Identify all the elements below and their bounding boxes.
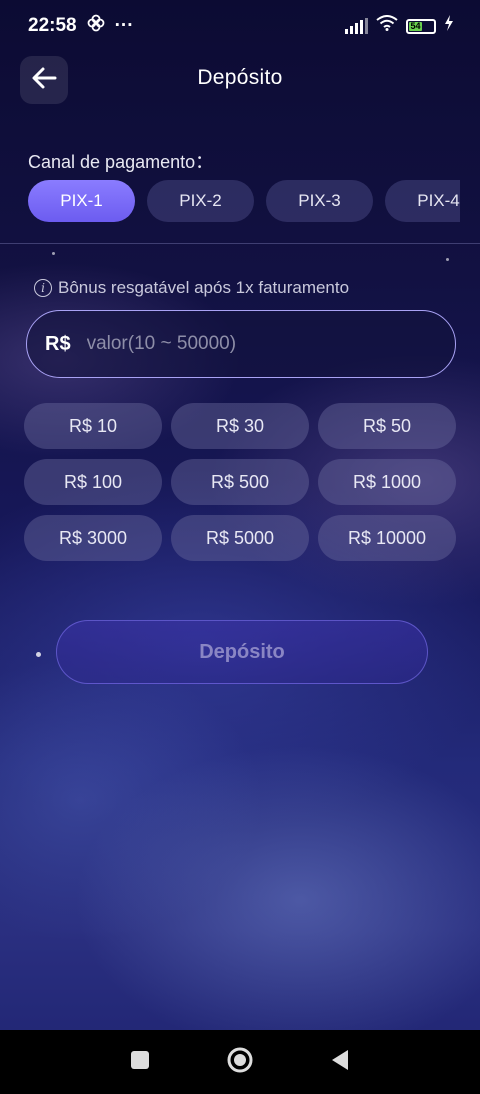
recents-button[interactable]	[120, 1042, 160, 1082]
system-nav-bar	[0, 1030, 480, 1094]
divider	[0, 243, 480, 244]
amount-field[interactable]: R$	[26, 310, 456, 378]
triangle-back-icon	[330, 1049, 350, 1076]
star-decoration	[446, 258, 449, 261]
bonus-note-text: Bônus resgatável após 1x faturamento	[58, 278, 350, 297]
star-decoration	[52, 252, 55, 255]
preset-amount-1000[interactable]: R$ 1000	[318, 459, 456, 505]
charging-icon	[444, 15, 454, 37]
back-button[interactable]	[20, 56, 68, 104]
tab-pix-1[interactable]: PIX-1	[28, 180, 135, 222]
pinwheel-icon	[87, 14, 105, 38]
preset-amount-10000[interactable]: R$ 10000	[318, 515, 456, 561]
deposit-button[interactable]: Depósito	[56, 620, 428, 684]
battery-icon: 54	[406, 18, 436, 34]
preset-amount-10[interactable]: R$ 10	[24, 403, 162, 449]
tab-pix-2[interactable]: PIX-2	[147, 180, 254, 222]
page-title: Depósito	[197, 66, 283, 89]
status-left: 22:58 ···	[28, 14, 134, 38]
battery-level: 54	[409, 21, 422, 31]
header: Depósito	[0, 52, 480, 104]
status-bar: 22:58 ··· 54	[0, 0, 480, 52]
clock: 22:58	[28, 15, 77, 36]
preset-amount-100[interactable]: R$ 100	[24, 459, 162, 505]
preset-amounts: R$ 10 R$ 30 R$ 50 R$ 100 R$ 500 R$ 1000 …	[24, 403, 456, 561]
home-button[interactable]	[220, 1042, 260, 1082]
wifi-icon	[376, 15, 398, 37]
bonus-note: i Bônus resgatável após 1x faturamento	[34, 278, 349, 298]
square-icon	[130, 1050, 150, 1075]
preset-amount-50[interactable]: R$ 50	[318, 403, 456, 449]
signal-icon	[345, 18, 368, 34]
currency-prefix: R$	[45, 332, 71, 355]
back-nav-button[interactable]	[320, 1042, 360, 1082]
star-decoration	[36, 652, 41, 657]
amount-input[interactable]	[86, 333, 407, 355]
channel-tabs: PIX-1 PIX-2 PIX-3 PIX-4	[28, 180, 460, 222]
tab-pix-4[interactable]: PIX-4	[385, 180, 460, 222]
preset-amount-500[interactable]: R$ 500	[171, 459, 309, 505]
status-right: 54	[345, 15, 454, 37]
preset-amount-5000[interactable]: R$ 5000	[171, 515, 309, 561]
info-icon: i	[34, 279, 52, 297]
preset-amount-30[interactable]: R$ 30	[171, 403, 309, 449]
channel-label: Canal de pagamento：	[28, 152, 214, 172]
more-notifications-icon: ···	[114, 15, 134, 36]
preset-amount-3000[interactable]: R$ 3000	[24, 515, 162, 561]
arrow-left-icon	[31, 66, 57, 95]
home-circle-icon	[226, 1046, 254, 1079]
tab-pix-3[interactable]: PIX-3	[266, 180, 373, 222]
